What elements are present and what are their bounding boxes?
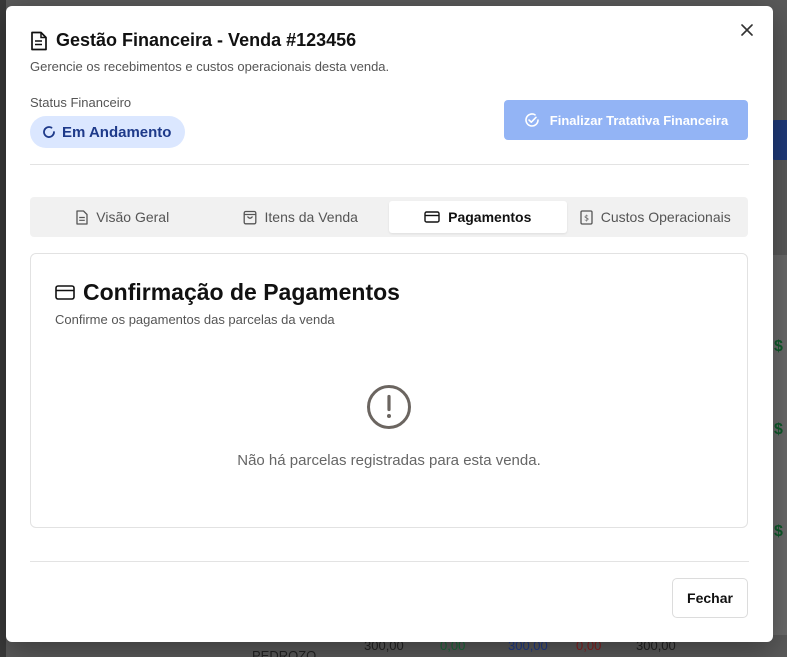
tab-label: Itens da Venda [264, 209, 358, 225]
background-dollar-icon: $ [774, 421, 783, 438]
background-row-name: PEDROZO [252, 648, 317, 657]
payments-card-header: Confirmação de Pagamentos [55, 279, 400, 306]
document-icon [76, 209, 88, 225]
credit-card-icon [424, 211, 440, 223]
credit-card-icon [55, 285, 75, 300]
header-divider [30, 164, 749, 165]
status-badge: Em Andamento [30, 116, 186, 148]
payments-card: Confirmação de Pagamentos Confirme os pa… [30, 253, 748, 528]
dialog-subtitle: Gerencie os recebimentos e custos operac… [30, 59, 390, 74]
svg-text:$: $ [584, 213, 589, 222]
dialog-title: Gestão Financeira - Venda #123456 [56, 30, 357, 50]
tab-sale-items[interactable]: Itens da Venda [212, 201, 390, 233]
shopping-bag-icon [243, 210, 257, 225]
tab-payments[interactable]: Pagamentos [389, 201, 567, 233]
status-badge-text: Em Andamento [62, 123, 172, 141]
background-button [771, 120, 787, 160]
dialog-header: Gestão Financeira - Venda #123456 [30, 30, 356, 51]
finalize-button-label: Finalizar Tratativa Financeira [549, 112, 729, 128]
tab-overview[interactable]: Visão Geral [34, 201, 212, 233]
tab-label: Pagamentos [448, 209, 532, 225]
financial-management-dialog: Gestão Financeira - Venda #123456 Gerenc… [6, 6, 773, 642]
tab-label: Visão Geral [96, 209, 170, 225]
tab-list: Visão Geral Itens da Venda Pagamentos $ … [30, 197, 748, 237]
empty-state-message: Não há parcelas registradas para esta ve… [237, 452, 541, 469]
close-button[interactable]: Fechar [672, 578, 748, 618]
payments-card-title: Confirmação de Pagamentos [83, 279, 400, 305]
close-icon[interactable] [737, 20, 757, 40]
tab-label: Custos Operacionais [600, 209, 731, 225]
tab-operational-costs[interactable]: $ Custos Operacionais [567, 201, 745, 233]
alert-circle-icon [366, 384, 412, 430]
payments-card-subtitle: Confirme os pagamentos das parcelas da v… [55, 312, 335, 327]
finalize-financial-button[interactable]: Finalizar Tratativa Financeira [504, 100, 748, 140]
loading-icon [42, 125, 56, 139]
footer-divider [30, 561, 749, 562]
receipt-icon: $ [580, 209, 593, 225]
status-label: Status Financeiro [30, 95, 132, 110]
background-dollar-icon: $ [774, 338, 783, 355]
document-icon [30, 31, 48, 51]
background-dollar-icon: $ [774, 523, 783, 540]
check-circle-icon [524, 112, 540, 128]
background-card [771, 255, 787, 635]
